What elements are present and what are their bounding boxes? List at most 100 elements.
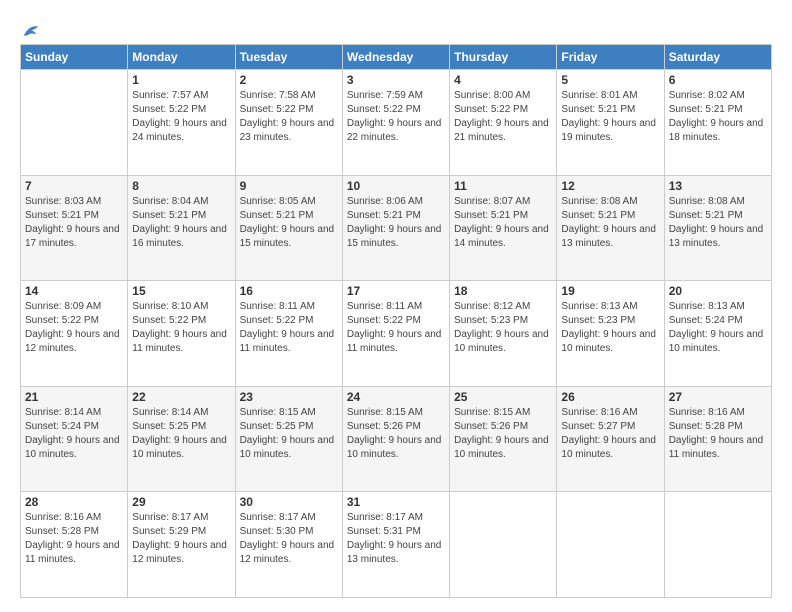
day-header-sunday: Sunday xyxy=(21,45,128,70)
day-info: Sunrise: 8:06 AMSunset: 5:21 PMDaylight:… xyxy=(347,195,445,251)
day-header-friday: Friday xyxy=(557,45,664,70)
calendar-week-row: 1 Sunrise: 7:57 AMSunset: 5:22 PMDaylight… xyxy=(21,70,772,176)
calendar-cell: 24 Sunrise: 8:15 AMSunset: 5:26 PMDayligh… xyxy=(342,386,449,492)
calendar-cell: 1 Sunrise: 7:57 AMSunset: 5:22 PMDaylight… xyxy=(128,70,235,176)
calendar-cell: 5 Sunrise: 8:01 AMSunset: 5:21 PMDaylight… xyxy=(557,70,664,176)
day-header-thursday: Thursday xyxy=(450,45,557,70)
day-number: 17 xyxy=(347,284,445,298)
day-info: Sunrise: 8:02 AMSunset: 5:21 PMDaylight:… xyxy=(669,89,767,145)
calendar-header-row: SundayMondayTuesdayWednesdayThursdayFrid… xyxy=(21,45,772,70)
day-number: 5 xyxy=(561,73,659,87)
day-number: 13 xyxy=(669,179,767,193)
calendar-cell: 3 Sunrise: 7:59 AMSunset: 5:22 PMDaylight… xyxy=(342,70,449,176)
day-number: 3 xyxy=(347,73,445,87)
calendar-cell: 28 Sunrise: 8:16 AMSunset: 5:28 PMDayligh… xyxy=(21,492,128,598)
day-info: Sunrise: 8:15 AMSunset: 5:25 PMDaylight:… xyxy=(240,406,338,462)
day-number: 15 xyxy=(132,284,230,298)
day-number: 31 xyxy=(347,495,445,509)
day-header-monday: Monday xyxy=(128,45,235,70)
calendar-cell: 26Sunrise: 8:16 AMSunset: 5:27 PMDayligh… xyxy=(557,386,664,492)
day-info: Sunrise: 8:04 AMSunset: 5:21 PMDaylight:… xyxy=(132,195,230,251)
day-info: Sunrise: 7:57 AMSunset: 5:22 PMDaylight:… xyxy=(132,89,230,145)
calendar-week-row: 28 Sunrise: 8:16 AMSunset: 5:28 PMDayligh… xyxy=(21,492,772,598)
calendar-cell: 14 Sunrise: 8:09 AMSunset: 5:22 PMDayligh… xyxy=(21,281,128,387)
calendar-cell: 9 Sunrise: 8:05 AMSunset: 5:21 PMDaylight… xyxy=(235,175,342,281)
calendar-cell: 10 Sunrise: 8:06 AMSunset: 5:21 PMDayligh… xyxy=(342,175,449,281)
calendar-cell: 19Sunrise: 8:13 AMSunset: 5:23 PMDayligh… xyxy=(557,281,664,387)
calendar-cell: 27 Sunrise: 8:16 AMSunset: 5:28 PMDayligh… xyxy=(664,386,771,492)
day-number: 12 xyxy=(561,179,659,193)
calendar-cell xyxy=(450,492,557,598)
day-number: 14 xyxy=(25,284,123,298)
day-number: 20 xyxy=(669,284,767,298)
day-info: Sunrise: 8:08 AMSunset: 5:21 PMDaylight:… xyxy=(669,195,767,251)
header xyxy=(20,18,772,38)
day-info: Sunrise: 8:11 AMSunset: 5:22 PMDaylight:… xyxy=(347,300,445,356)
day-info: Sunrise: 8:17 AMSunset: 5:30 PMDaylight:… xyxy=(240,511,338,567)
day-number: 7 xyxy=(25,179,123,193)
day-number: 28 xyxy=(25,495,123,509)
calendar-cell: 20Sunrise: 8:13 AMSunset: 5:24 PMDayligh… xyxy=(664,281,771,387)
day-info: Sunrise: 8:00 AMSunset: 5:22 PMDaylight:… xyxy=(454,89,552,145)
day-number: 6 xyxy=(669,73,767,87)
calendar-cell: 15 Sunrise: 8:10 AMSunset: 5:22 PMDayligh… xyxy=(128,281,235,387)
day-info: Sunrise: 8:17 AMSunset: 5:31 PMDaylight:… xyxy=(347,511,445,567)
calendar-cell: 4 Sunrise: 8:00 AMSunset: 5:22 PMDaylight… xyxy=(450,70,557,176)
calendar-cell xyxy=(557,492,664,598)
calendar-week-row: 21 Sunrise: 8:14 AMSunset: 5:24 PMDayligh… xyxy=(21,386,772,492)
day-info: Sunrise: 8:09 AMSunset: 5:22 PMDaylight:… xyxy=(25,300,123,356)
day-number: 4 xyxy=(454,73,552,87)
calendar-cell: 11 Sunrise: 8:07 AMSunset: 5:21 PMDayligh… xyxy=(450,175,557,281)
day-info: Sunrise: 8:03 AMSunset: 5:21 PMDaylight:… xyxy=(25,195,123,251)
day-header-tuesday: Tuesday xyxy=(235,45,342,70)
calendar-cell: 13 Sunrise: 8:08 AMSunset: 5:21 PMDayligh… xyxy=(664,175,771,281)
day-info: Sunrise: 8:13 AMSunset: 5:23 PMDaylight:… xyxy=(561,300,659,356)
day-info: Sunrise: 8:15 AMSunset: 5:26 PMDaylight:… xyxy=(454,406,552,462)
calendar-cell: 2 Sunrise: 7:58 AMSunset: 5:22 PMDaylight… xyxy=(235,70,342,176)
day-number: 29 xyxy=(132,495,230,509)
day-number: 2 xyxy=(240,73,338,87)
day-info: Sunrise: 8:07 AMSunset: 5:21 PMDaylight:… xyxy=(454,195,552,251)
day-number: 18 xyxy=(454,284,552,298)
calendar-cell: 17 Sunrise: 8:11 AMSunset: 5:22 PMDayligh… xyxy=(342,281,449,387)
calendar-cell: 16Sunrise: 8:11 AMSunset: 5:22 PMDayligh… xyxy=(235,281,342,387)
calendar-cell: 30 Sunrise: 8:17 AMSunset: 5:30 PMDayligh… xyxy=(235,492,342,598)
logo-bird-icon xyxy=(22,22,40,40)
calendar-cell: 7 Sunrise: 8:03 AMSunset: 5:21 PMDaylight… xyxy=(21,175,128,281)
calendar-cell: 12Sunrise: 8:08 AMSunset: 5:21 PMDayligh… xyxy=(557,175,664,281)
day-info: Sunrise: 8:17 AMSunset: 5:29 PMDaylight:… xyxy=(132,511,230,567)
day-number: 11 xyxy=(454,179,552,193)
day-info: Sunrise: 8:15 AMSunset: 5:26 PMDaylight:… xyxy=(347,406,445,462)
day-number: 9 xyxy=(240,179,338,193)
calendar-table: SundayMondayTuesdayWednesdayThursdayFrid… xyxy=(20,44,772,598)
day-info: Sunrise: 8:16 AMSunset: 5:28 PMDaylight:… xyxy=(25,511,123,567)
day-number: 30 xyxy=(240,495,338,509)
day-info: Sunrise: 7:58 AMSunset: 5:22 PMDaylight:… xyxy=(240,89,338,145)
day-info: Sunrise: 8:12 AMSunset: 5:23 PMDaylight:… xyxy=(454,300,552,356)
calendar-cell: 31 Sunrise: 8:17 AMSunset: 5:31 PMDayligh… xyxy=(342,492,449,598)
day-info: Sunrise: 8:10 AMSunset: 5:22 PMDaylight:… xyxy=(132,300,230,356)
calendar-cell: 25 Sunrise: 8:15 AMSunset: 5:26 PMDayligh… xyxy=(450,386,557,492)
calendar-cell xyxy=(664,492,771,598)
calendar-cell: 22Sunrise: 8:14 AMSunset: 5:25 PMDayligh… xyxy=(128,386,235,492)
day-info: Sunrise: 7:59 AMSunset: 5:22 PMDaylight:… xyxy=(347,89,445,145)
day-info: Sunrise: 8:01 AMSunset: 5:21 PMDaylight:… xyxy=(561,89,659,145)
day-header-wednesday: Wednesday xyxy=(342,45,449,70)
day-info: Sunrise: 8:16 AMSunset: 5:28 PMDaylight:… xyxy=(669,406,767,462)
calendar-cell: 18 Sunrise: 8:12 AMSunset: 5:23 PMDayligh… xyxy=(450,281,557,387)
day-number: 27 xyxy=(669,390,767,404)
day-number: 25 xyxy=(454,390,552,404)
day-number: 10 xyxy=(347,179,445,193)
page: SundayMondayTuesdayWednesdayThursdayFrid… xyxy=(0,0,792,612)
day-info: Sunrise: 8:05 AMSunset: 5:21 PMDaylight:… xyxy=(240,195,338,251)
day-info: Sunrise: 8:14 AMSunset: 5:24 PMDaylight:… xyxy=(25,406,123,462)
day-number: 21 xyxy=(25,390,123,404)
day-number: 1 xyxy=(132,73,230,87)
day-number: 23 xyxy=(240,390,338,404)
day-info: Sunrise: 8:16 AMSunset: 5:27 PMDaylight:… xyxy=(561,406,659,462)
calendar-cell: 8Sunrise: 8:04 AMSunset: 5:21 PMDaylight… xyxy=(128,175,235,281)
day-number: 16 xyxy=(240,284,338,298)
calendar-cell: 6 Sunrise: 8:02 AMSunset: 5:21 PMDaylight… xyxy=(664,70,771,176)
day-number: 24 xyxy=(347,390,445,404)
calendar-cell: 21 Sunrise: 8:14 AMSunset: 5:24 PMDayligh… xyxy=(21,386,128,492)
